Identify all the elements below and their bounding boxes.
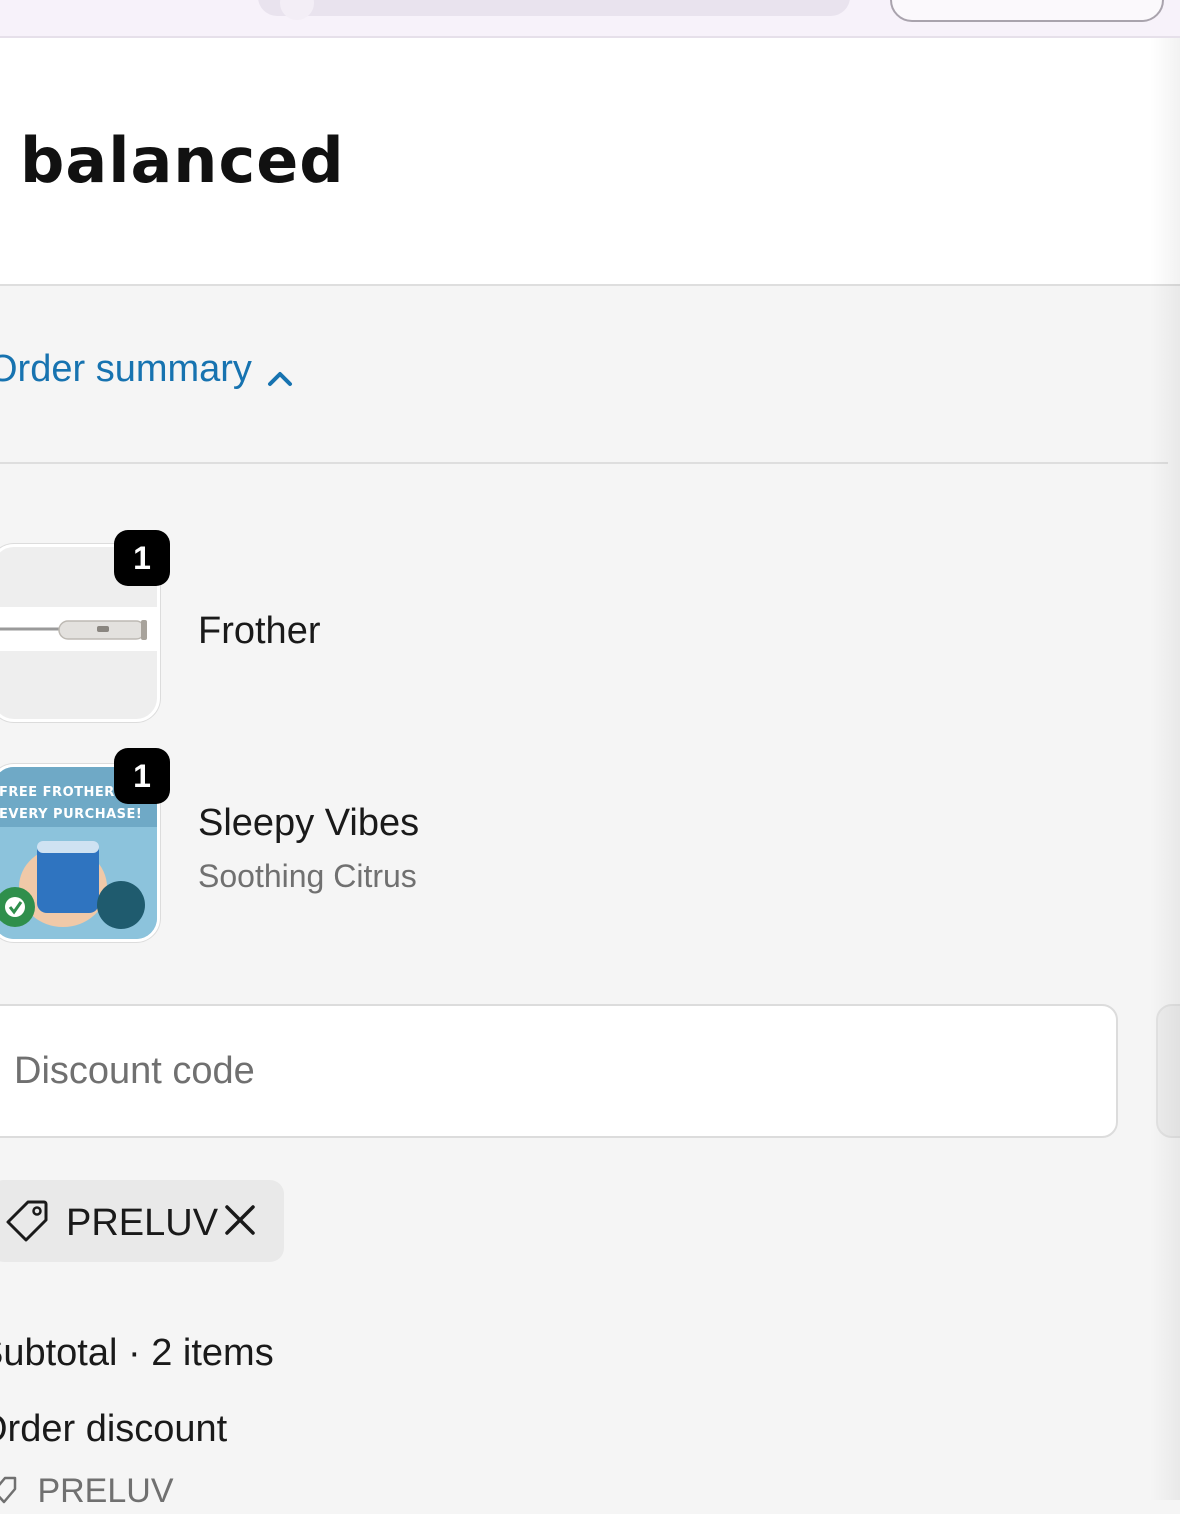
store-logo[interactable]: balanced bbox=[20, 130, 345, 192]
close-icon[interactable] bbox=[222, 1202, 258, 1243]
quantity-badge: 1 bbox=[114, 748, 170, 804]
applied-discount-code: PRELUV bbox=[66, 1202, 219, 1244]
address-bar[interactable] bbox=[258, 0, 850, 16]
order-discount-code-text: PRELUV bbox=[37, 1472, 174, 1510]
address-bar-icon bbox=[280, 0, 314, 20]
frother-icon bbox=[0, 620, 147, 640]
product-image-text: EVERY PURCHASE! bbox=[0, 807, 143, 822]
chevron-up-icon bbox=[266, 368, 294, 393]
order-discount-label: Order discount bbox=[0, 1408, 228, 1450]
quantity-badge: 1 bbox=[114, 530, 170, 586]
product-image-text: FREE FROTHER bbox=[0, 785, 115, 800]
item-variant: Soothing Citrus bbox=[198, 858, 417, 894]
order-discount-code: PRELUV bbox=[0, 1474, 174, 1512]
tag-icon bbox=[0, 1476, 27, 1514]
page-edge-shadow bbox=[1150, 38, 1180, 1500]
checkout-header: balanced bbox=[0, 38, 1180, 286]
item-name: Sleepy Vibes bbox=[198, 802, 420, 844]
tag-icon bbox=[4, 1198, 50, 1249]
browser-toolbar bbox=[0, 0, 1180, 38]
item-name: Frother bbox=[198, 610, 321, 652]
browser-toolbar-button[interactable] bbox=[890, 0, 1164, 22]
order-summary-label: Order summary bbox=[0, 348, 252, 390]
subtotal-label: Subtotal · 2 items bbox=[0, 1332, 274, 1374]
order-summary-toggle[interactable]: Order summary bbox=[0, 286, 1168, 464]
discount-code-input[interactable] bbox=[0, 1004, 1118, 1138]
applied-discount-chip: PRELUV bbox=[0, 1180, 284, 1262]
